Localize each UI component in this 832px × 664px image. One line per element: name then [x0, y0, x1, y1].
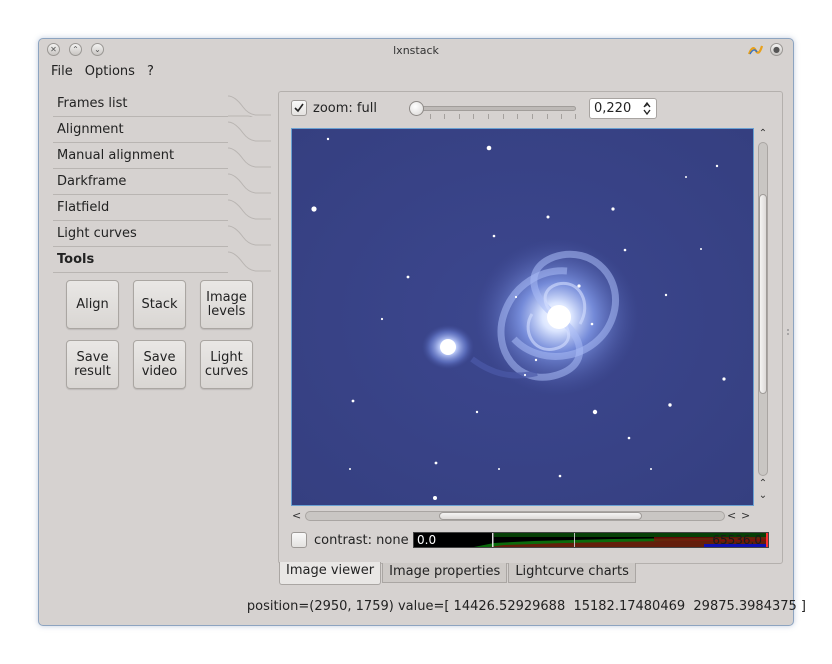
toolbox-tab-slants: [227, 95, 271, 272]
circle-icon: ●: [773, 45, 780, 54]
zoom-slider-track[interactable]: [416, 106, 576, 111]
toolbox-tab-label: Light curves: [57, 226, 137, 241]
scroll-left-icon-right[interactable]: <: [727, 509, 736, 522]
toolbox-tab-label: Tools: [57, 252, 95, 267]
toolbox-tab-label: Alignment: [57, 122, 124, 137]
vertical-scrollbar[interactable]: ⌃ ⌃ ⌄: [756, 128, 770, 506]
zoom-slider-handle[interactable]: [409, 101, 424, 116]
spin-updown-icon[interactable]: [642, 101, 652, 116]
save-video-button[interactable]: Save video: [133, 340, 186, 389]
light-curves-button[interactable]: Light curves: [200, 340, 253, 389]
menu-help[interactable]: ?: [147, 64, 154, 82]
vertical-scroll-thumb[interactable]: [759, 194, 767, 394]
contrast-max-value: 65536.0: [712, 533, 762, 547]
zoom-label: zoom: full: [313, 101, 377, 116]
stack-button[interactable]: Stack: [133, 280, 186, 329]
scroll-up-icon[interactable]: ⌃: [756, 128, 770, 139]
horizontal-scroll-thumb[interactable]: [439, 512, 642, 520]
tools-grid: Align Stack Image levels Save result Sav…: [66, 280, 253, 389]
align-button[interactable]: Align: [66, 280, 119, 329]
status-bar: position=(2950, 1759) value=[ 14426.5292…: [246, 599, 806, 614]
toolbox-tab-label: Darkframe: [57, 174, 127, 189]
tab-image-viewer[interactable]: Image viewer: [279, 562, 382, 585]
contrast-checkbox[interactable]: [291, 532, 307, 548]
image-viewer[interactable]: [291, 128, 754, 506]
zoom-spinbox[interactable]: 0,220 ⌃: [589, 98, 657, 119]
zoom-slider-ticks: [430, 114, 576, 120]
splitter-handle-icon[interactable]: [786, 328, 790, 336]
menu-file[interactable]: File: [51, 64, 73, 82]
contrast-histogram[interactable]: 0.0 65536.0: [413, 532, 769, 548]
tab-image-properties[interactable]: Image properties: [382, 563, 508, 583]
scroll-down-icon[interactable]: ⌄: [756, 490, 770, 501]
contrast-min-value: 0.0: [417, 533, 437, 547]
app-logo-icon: [747, 45, 763, 55]
image-levels-button[interactable]: Image levels: [200, 280, 253, 329]
window-menu-button[interactable]: ●: [770, 43, 783, 56]
horizontal-scrollbar[interactable]: < < >: [291, 509, 753, 523]
toolbox-tab-label: Frames list: [57, 96, 128, 111]
title-bar: ✕ ⌃ ⌄ lxnstack ●: [39, 39, 793, 61]
window-title: lxnstack: [393, 44, 439, 57]
menu-options[interactable]: Options: [85, 64, 135, 82]
toolbox-tab-label: Flatfield: [57, 200, 110, 215]
tab-lightcurve-charts[interactable]: Lightcurve charts: [508, 563, 636, 583]
toolbox-tab-label: Manual alignment: [57, 148, 175, 163]
scroll-up-icon-bottom[interactable]: ⌃: [756, 478, 770, 489]
zoom-checkbox[interactable]: [291, 100, 307, 116]
scroll-right-icon[interactable]: >: [741, 509, 750, 522]
zoom-value: 0,220: [594, 101, 632, 116]
contrast-label: contrast: none: [314, 533, 409, 548]
toolbox: Frames list Alignment Manual alignment D…: [53, 93, 271, 275]
scroll-left-icon[interactable]: <: [292, 509, 301, 522]
save-result-button[interactable]: Save result: [66, 340, 119, 389]
check-icon: [294, 103, 304, 113]
menu-bar: File Options ?: [51, 64, 154, 82]
galaxy-image: [292, 129, 753, 505]
viewer-tabs: Image viewer Image properties Lightcurve…: [279, 562, 637, 585]
